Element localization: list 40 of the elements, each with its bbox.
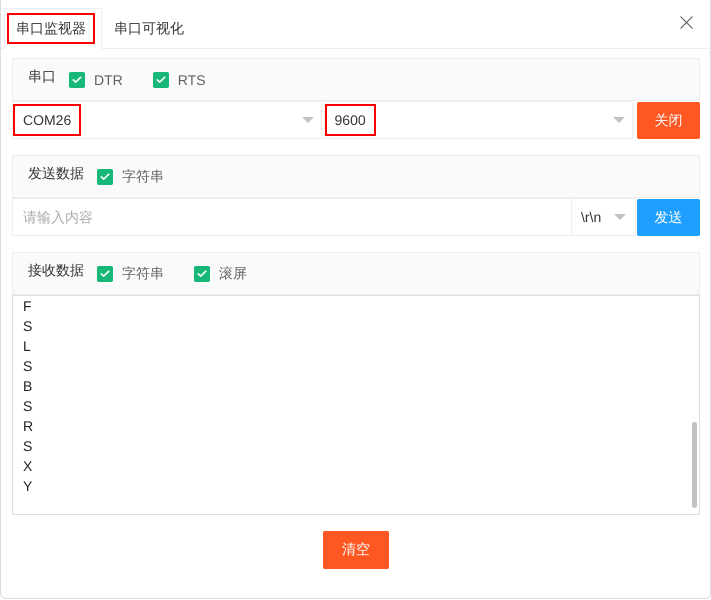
checkbox-label: 滚屏 [219, 264, 247, 282]
checkbox-label: DTR [94, 72, 123, 88]
checkbox-label: 字符串 [122, 168, 164, 186]
line-ending-select[interactable]: \r\n [572, 198, 636, 236]
received-line: S [23, 397, 34, 416]
received-line: S [23, 437, 34, 456]
tick-icon [100, 270, 110, 277]
tab[interactable]: 串口监视器 [4, 8, 102, 49]
received-line: F [23, 297, 33, 316]
checkbox[interactable] [152, 72, 169, 88]
caret-icon [613, 117, 625, 123]
received-line: S [23, 317, 34, 336]
message-input[interactable]: 请输入内容 [12, 198, 572, 236]
tab[interactable]: 串口可视化 [102, 8, 200, 49]
checkbox[interactable] [194, 266, 210, 282]
receive-textarea[interactable]: F S L S B S R S X Y [12, 295, 700, 515]
caret-icon [302, 117, 314, 123]
tick-icon [100, 173, 110, 180]
section-title: 串口 [28, 68, 56, 86]
received-line: Y [23, 477, 34, 496]
port-select[interactable]: COM26 [12, 101, 322, 139]
received-line: L [23, 337, 32, 356]
received-line: B [23, 377, 34, 396]
checkbox[interactable] [97, 168, 113, 184]
checkbox-label: 字符串 [122, 264, 164, 282]
caret-icon [614, 214, 626, 220]
tick-icon [197, 270, 207, 277]
received-line: X [23, 457, 34, 476]
section-title: 接收数据 [28, 262, 84, 280]
close-icon[interactable] [680, 16, 693, 28]
tick-icon [72, 76, 82, 83]
scrollbar-thumb[interactable] [692, 422, 697, 508]
checkbox-label: RTS [178, 72, 206, 88]
received-line: R [23, 417, 34, 436]
received-line: S [23, 357, 34, 376]
baud-rate-select[interactable]: 9600 [324, 101, 633, 139]
tick-icon [156, 76, 166, 83]
checkbox[interactable] [97, 266, 113, 282]
section-title: 发送数据 [28, 164, 84, 182]
checkbox[interactable] [69, 72, 85, 88]
